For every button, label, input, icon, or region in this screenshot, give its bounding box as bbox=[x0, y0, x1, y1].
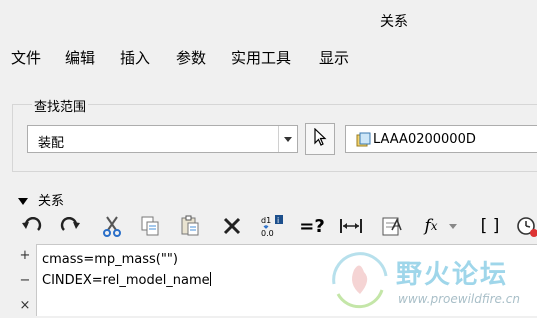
window-title: 关系 bbox=[380, 14, 408, 30]
title-bar: 关系 bbox=[0, 0, 537, 38]
watermark: 野火论坛 www.proewildfire.cn bbox=[328, 250, 537, 316]
function-icon[interactable]: fx bbox=[417, 212, 445, 240]
remove-line-button[interactable]: − bbox=[14, 273, 36, 288]
watermark-logo-icon bbox=[328, 250, 394, 318]
relation-line[interactable]: CINDEX=rel_model_name bbox=[42, 272, 211, 288]
watermark-url: www.proewildfire.cn bbox=[398, 292, 520, 306]
delete-icon[interactable] bbox=[218, 212, 246, 240]
redo-icon[interactable] bbox=[56, 212, 84, 240]
menu-edit[interactable]: 编辑 bbox=[65, 47, 95, 68]
relations-toolbar: d1 0.0 i =? fx [ ] bbox=[14, 210, 537, 244]
relations-label: 关系 bbox=[38, 194, 65, 209]
watermark-text: 野火论坛 bbox=[396, 260, 509, 290]
collapse-triangle-icon[interactable] bbox=[18, 198, 28, 205]
brackets-icon[interactable]: [ ] bbox=[476, 212, 504, 240]
measure-icon[interactable] bbox=[337, 212, 365, 240]
function-dropdown-icon[interactable] bbox=[446, 212, 460, 240]
cut-icon[interactable] bbox=[98, 212, 126, 240]
model-name: LAAA0200000D bbox=[373, 132, 476, 147]
model-name-field[interactable]: LAAA0200000D bbox=[345, 125, 537, 153]
switch-dimensions-icon[interactable]: d1 0.0 i bbox=[258, 212, 286, 240]
menu-utilities[interactable]: 实用工具 bbox=[231, 47, 291, 68]
sort-icon[interactable] bbox=[378, 212, 406, 240]
menu-display[interactable]: 显示 bbox=[319, 47, 349, 68]
scope-dropdown[interactable]: 装配 bbox=[27, 125, 298, 153]
copy-icon[interactable] bbox=[136, 212, 164, 240]
assembly-icon bbox=[356, 132, 371, 151]
execute-icon[interactable] bbox=[513, 212, 537, 240]
text-caret bbox=[209, 272, 211, 286]
cursor-arrow-icon bbox=[313, 127, 327, 150]
undo-icon[interactable] bbox=[18, 212, 46, 240]
menu-file[interactable]: 文件 bbox=[11, 47, 41, 68]
menu-bar: 文件 编辑 插入 参数 实用工具 显示 bbox=[0, 40, 537, 74]
relations-section-header[interactable]: 关系 bbox=[18, 190, 64, 209]
svg-text:d1: d1 bbox=[261, 216, 271, 225]
close-editor-button[interactable]: × bbox=[14, 298, 36, 313]
evaluate-icon[interactable]: =? bbox=[298, 212, 326, 240]
relation-line[interactable]: cmass=mp_mass("") bbox=[42, 252, 178, 267]
search-scope-legend: 查找范围 bbox=[32, 96, 89, 115]
svg-text:0.0: 0.0 bbox=[261, 229, 274, 238]
menu-insert[interactable]: 插入 bbox=[120, 47, 150, 68]
paste-icon[interactable] bbox=[176, 212, 204, 240]
svg-text:i: i bbox=[277, 216, 279, 225]
menu-parameters[interactable]: 参数 bbox=[176, 47, 206, 68]
select-model-button[interactable] bbox=[305, 123, 335, 155]
chevron-down-icon[interactable] bbox=[278, 126, 297, 152]
add-line-button[interactable]: + bbox=[14, 248, 36, 263]
scope-value: 装配 bbox=[38, 136, 65, 151]
